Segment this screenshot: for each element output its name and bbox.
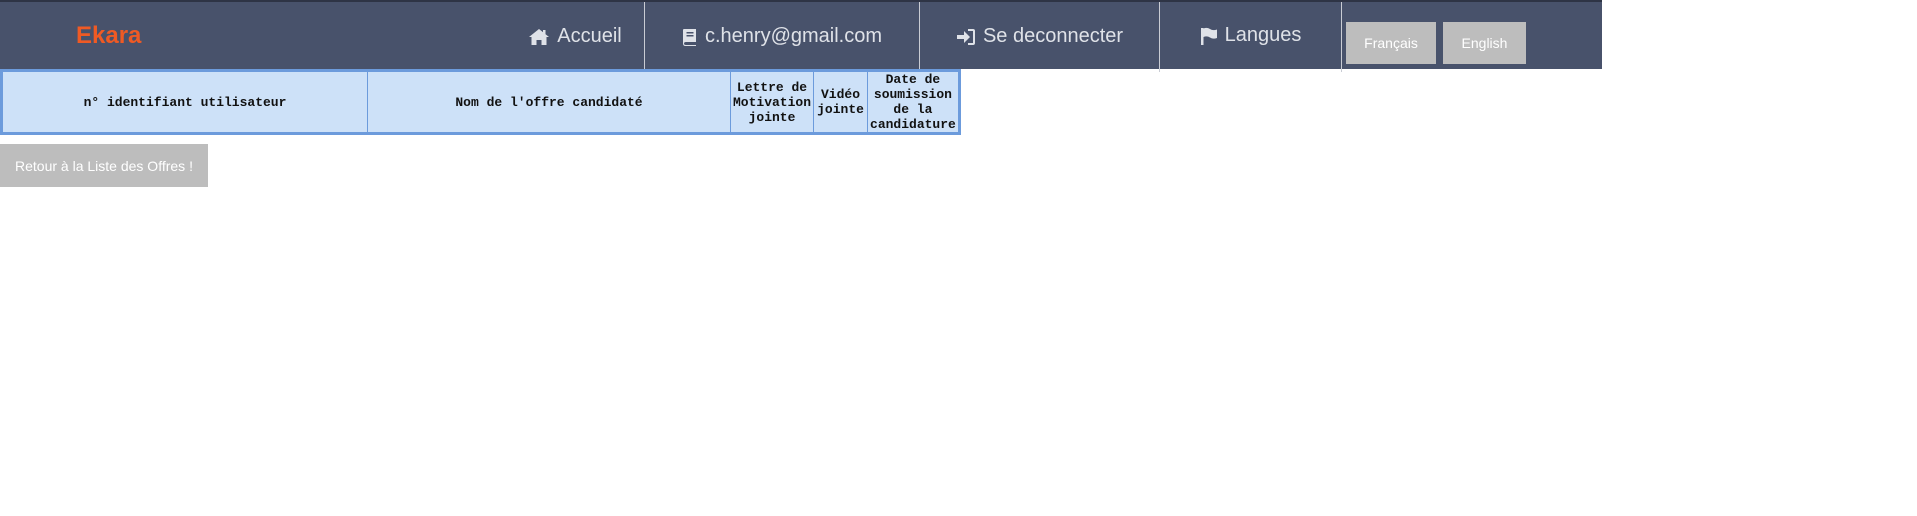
language-french-button[interactable]: Français xyxy=(1346,22,1436,64)
language-english-button[interactable]: English xyxy=(1443,22,1526,64)
applications-table-container: n° identifiant utilisateur Nom de l'offr… xyxy=(0,69,961,135)
column-header-user-id: n° identifiant utilisateur xyxy=(1,70,368,134)
column-header-offer-name: Nom de l'offre candidaté xyxy=(367,70,731,134)
sign-in-icon xyxy=(956,28,976,46)
nav-item-home-label: Accueil xyxy=(557,25,622,47)
nav-item-user-email[interactable]: c.henry@gmail.com xyxy=(645,2,919,71)
nav-item-home[interactable]: Accueil xyxy=(505,2,645,71)
user-email-label: c.henry@gmail.com xyxy=(704,25,883,47)
nav-item-languages-label: Langues xyxy=(1224,24,1302,46)
nav-divider xyxy=(1341,2,1342,72)
nav-item-logout-label: Se deconnecter xyxy=(982,25,1124,47)
book-icon xyxy=(682,28,698,46)
column-header-submission-date: Date de soumission de la candidature xyxy=(867,70,960,134)
column-header-video: Vidéo jointe xyxy=(813,70,869,134)
nav-item-languages[interactable]: Langues xyxy=(1160,2,1341,71)
home-icon xyxy=(528,28,550,46)
flag-icon xyxy=(1200,27,1218,45)
nav-item-logout[interactable]: Se deconnecter xyxy=(920,2,1159,71)
top-navbar: Ekara Accueil c.henry@gmail.com Se decon… xyxy=(0,0,1602,72)
back-to-offers-button[interactable]: Retour à la Liste des Offres ! xyxy=(0,144,208,187)
brand-logo[interactable]: Ekara xyxy=(76,22,141,50)
applications-table: n° identifiant utilisateur Nom de l'offr… xyxy=(0,69,961,135)
table-header-row: n° identifiant utilisateur Nom de l'offr… xyxy=(1,70,960,134)
column-header-motivation-letter: Lettre de Motivation jointe xyxy=(729,70,815,134)
